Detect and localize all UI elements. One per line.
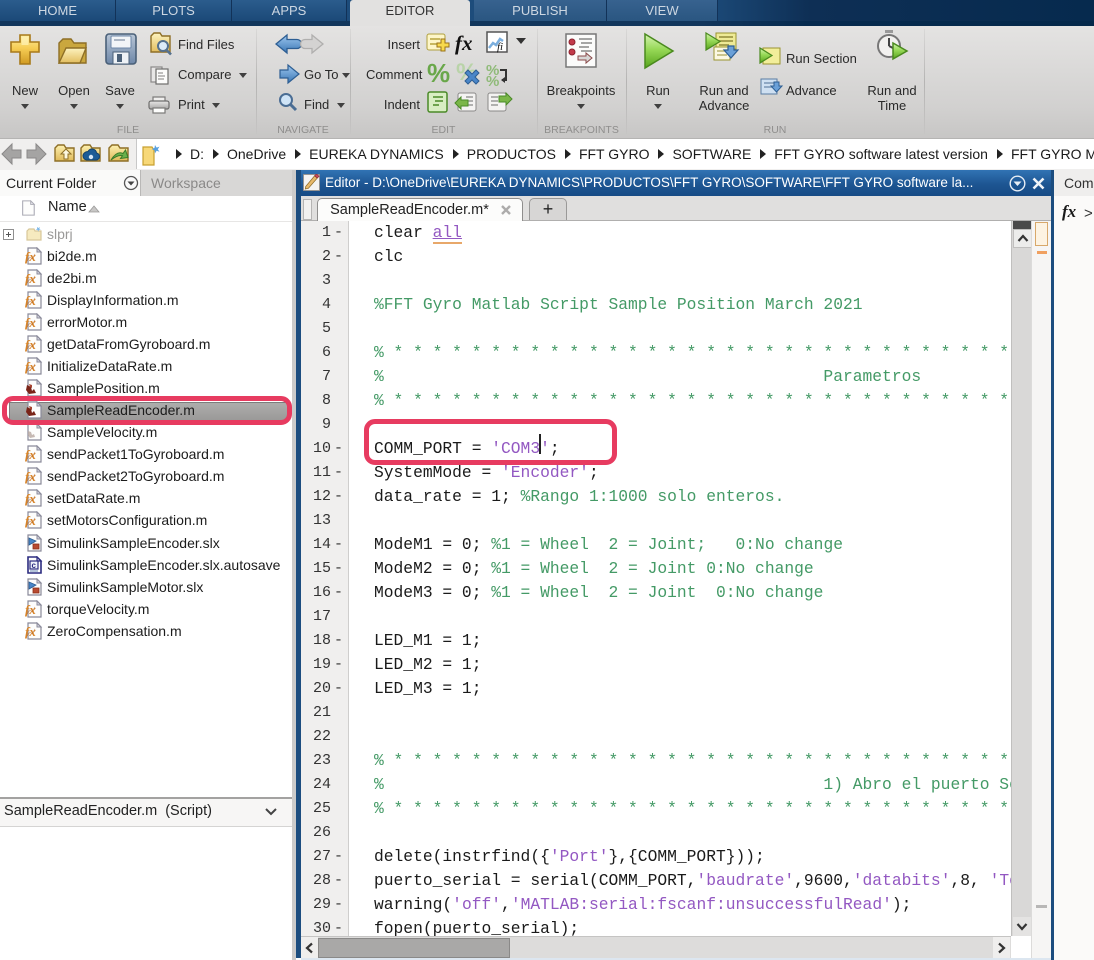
svg-text:fx: fx <box>25 469 36 484</box>
svg-text:fx: fx <box>25 271 36 286</box>
svg-text:fx: fx <box>25 249 36 264</box>
svg-text:fx: fx <box>25 624 36 639</box>
svg-text:%: % <box>427 58 450 88</box>
svg-text:fx: fx <box>25 491 36 506</box>
svg-text:fx: fx <box>25 359 36 374</box>
svg-text:fx: fx <box>25 337 36 352</box>
svg-text:%: % <box>486 73 499 90</box>
svg-text:fx: fx <box>25 513 36 528</box>
svg-text:fx: fx <box>25 447 36 462</box>
svg-text:fx: fx <box>25 602 36 617</box>
svg-text:fx: fx <box>455 31 473 55</box>
svg-text:fi: fi <box>497 41 503 53</box>
svg-text:fx: fx <box>25 315 36 330</box>
svg-text:fx: fx <box>25 293 36 308</box>
svg-text:c: c <box>32 561 37 570</box>
